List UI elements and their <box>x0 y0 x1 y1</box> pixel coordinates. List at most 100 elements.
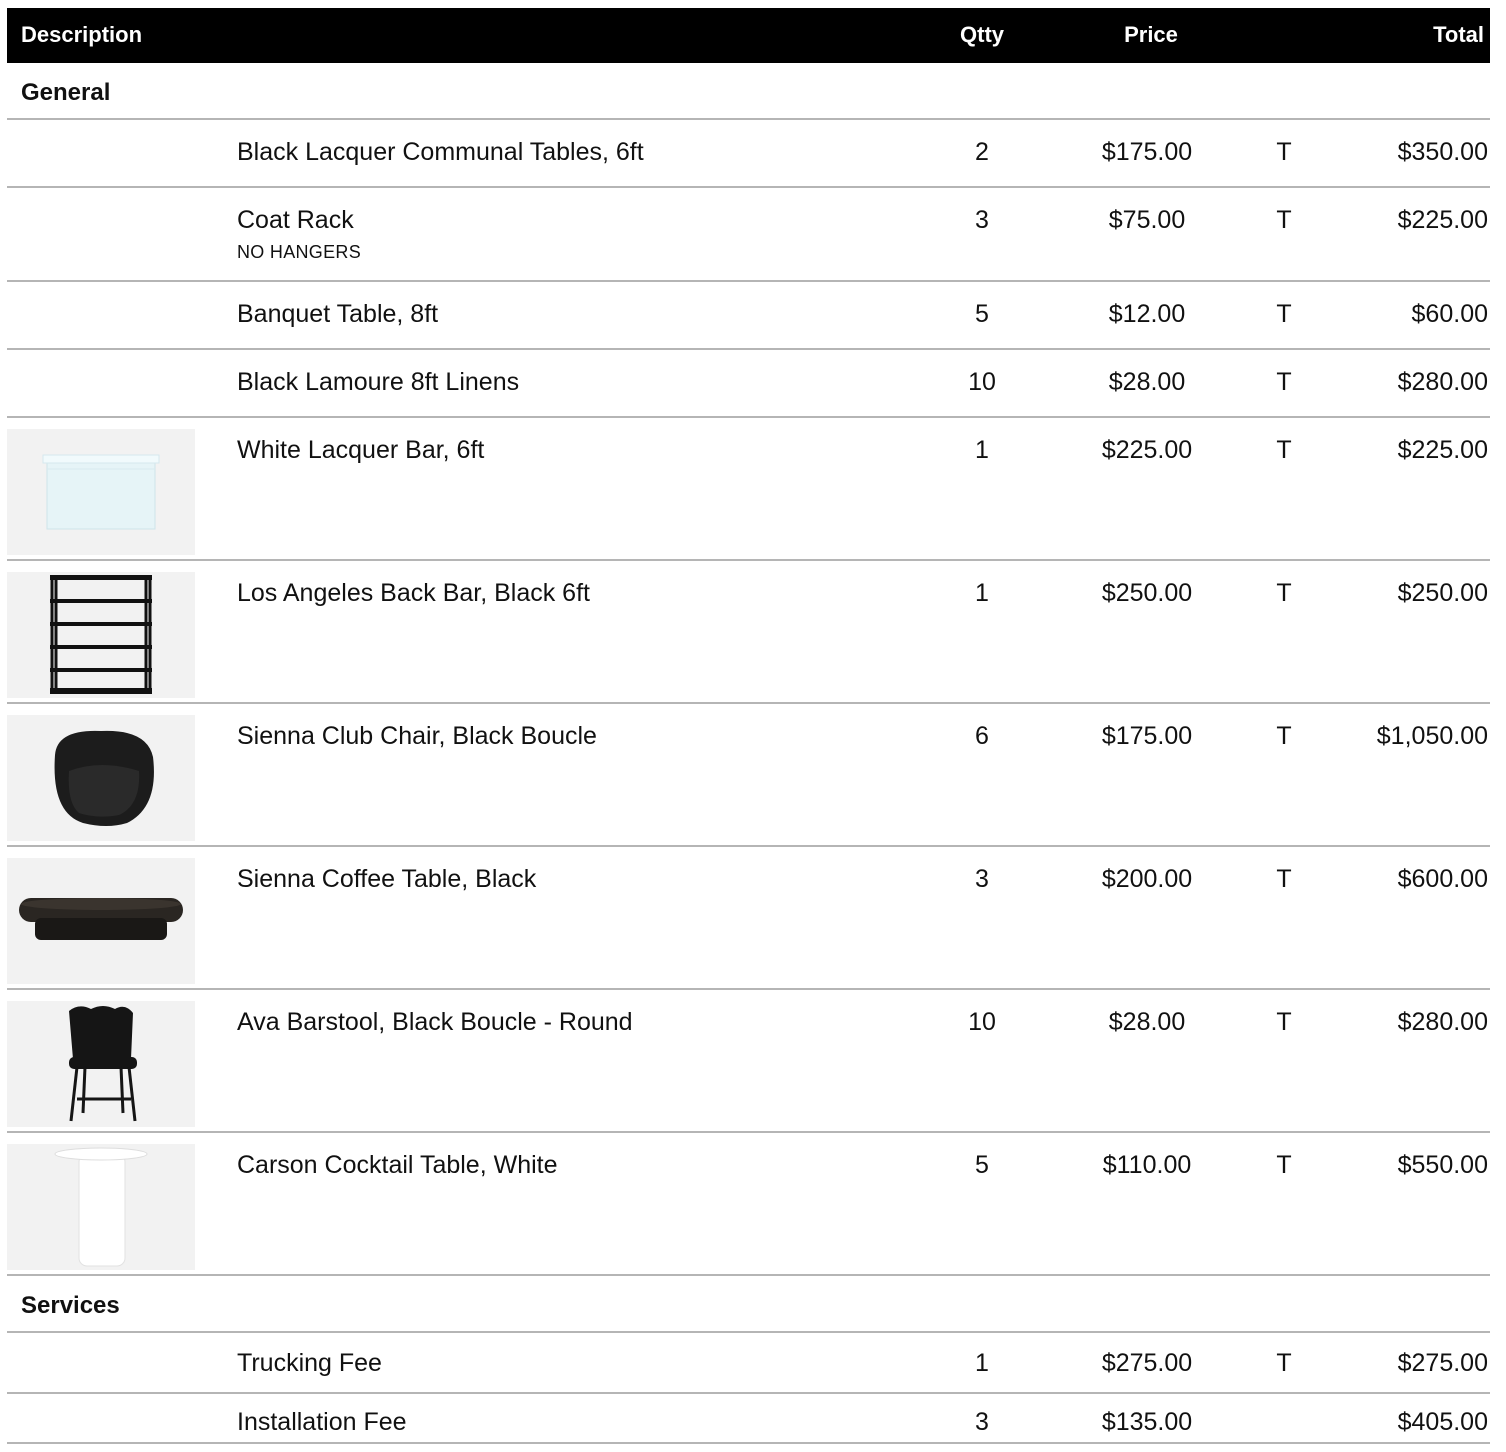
item-description: Black Lacquer Communal Tables, 6ft <box>237 138 644 166</box>
item-name: Ava Barstool, Black Boucle - Round <box>237 1008 633 1036</box>
item-description: Los Angeles Back Bar, Black 6ft <box>237 579 590 607</box>
section-services: Services <box>7 1276 1490 1333</box>
item-description: Banquet Table, 8ft <box>237 300 438 328</box>
coffee-table-photo <box>19 898 183 940</box>
item-qty: 5 <box>975 300 989 328</box>
item-description: Coat Rack NO HANGERS <box>237 206 361 262</box>
item-tax-flag: T <box>1276 579 1292 607</box>
item-price: $135.00 <box>1101 1408 1193 1436</box>
item-price: $275.00 <box>1101 1349 1193 1377</box>
item-description: White Lacquer Bar, 6ft <box>237 436 484 464</box>
header-price: Price <box>1124 22 1178 47</box>
item-qty: 3 <box>975 206 989 234</box>
black-shelf-photo <box>50 575 152 694</box>
item-tax-flag: T <box>1276 722 1292 750</box>
item-name: Coat Rack <box>237 206 354 234</box>
item-price: $225.00 <box>1101 436 1193 464</box>
item-price: $175.00 <box>1101 138 1193 166</box>
item-name: Sienna Coffee Table, Black <box>237 865 537 893</box>
item-name: Black Lamoure 8ft Linens <box>237 368 520 396</box>
table-row: Ava Barstool, Black Boucle - Round 10 $28.… <box>7 990 1490 1133</box>
item-qty: 3 <box>975 1408 989 1436</box>
item-tax-flag: T <box>1276 138 1292 166</box>
item-total: $225.00 <box>1397 206 1488 234</box>
table-row: Los Angeles Back Bar, Black 6ft 1 $250.00 T… <box>7 561 1490 704</box>
table-row: Banquet Table, 8ft 5 $12.00 T $60.00 <box>7 282 1490 350</box>
item-tax-flag: T <box>1276 1008 1292 1036</box>
item-tax-flag: T <box>1276 206 1292 234</box>
barstool-photo <box>69 1006 137 1122</box>
item-name: Trucking Fee <box>237 1349 382 1377</box>
table-row: Sienna Club Chair, Black Boucle 6 $175.00 T… <box>7 704 1490 847</box>
item-total: $280.00 <box>1397 1008 1488 1036</box>
item-description: Sienna Coffee Table, Black <box>237 865 536 893</box>
item-total: $60.00 <box>1411 300 1488 328</box>
item-qty: 6 <box>975 722 989 750</box>
table-row: Black Lamoure 8ft Linens 10 $28.00 T $280.00 <box>7 350 1490 418</box>
item-qty: 1 <box>975 1349 989 1377</box>
item-name: White Lacquer Bar, 6ft <box>237 436 485 464</box>
product-thumbnail <box>7 715 195 841</box>
item-price: $12.00 <box>1108 300 1186 328</box>
item-price: $200.00 <box>1101 865 1193 893</box>
item-description: Black Lamoure 8ft Linens <box>237 368 519 396</box>
club-chair-photo <box>54 730 154 826</box>
item-price: $250.00 <box>1101 579 1193 607</box>
product-thumbnail <box>7 1144 195 1270</box>
item-qty: 5 <box>975 1151 989 1179</box>
product-thumbnail <box>7 1001 195 1127</box>
item-total: $600.00 <box>1397 865 1488 893</box>
item-tax-flag: T <box>1276 368 1292 396</box>
item-total: $225.00 <box>1397 436 1488 464</box>
white-bar-photo <box>42 454 160 530</box>
section-title: General <box>21 79 111 106</box>
item-tax-flag: T <box>1276 1151 1292 1179</box>
table-row: Carson Cocktail Table, White 5 $110.00 T $55… <box>7 1133 1490 1276</box>
item-tax-flag: T <box>1276 865 1292 893</box>
item-name: Banquet Table, 8ft <box>237 300 439 328</box>
table-row: Installation Fee 3 $135.00 $405.00 <box>7 1394 1490 1444</box>
table-row: Black Lacquer Communal Tables, 6ft 2 $175.… <box>7 120 1490 188</box>
item-price: $28.00 <box>1108 368 1186 396</box>
item-name: Sienna Club Chair, Black Boucle <box>237 722 597 750</box>
item-total: $350.00 <box>1397 138 1488 166</box>
invoice-table: Description Qtty Price Total General Blac… <box>7 8 1490 1444</box>
item-qty: 10 <box>968 1008 996 1036</box>
product-thumbnail <box>7 572 195 698</box>
item-total: $250.00 <box>1397 579 1488 607</box>
section-title: Services <box>21 1292 120 1319</box>
item-name: Black Lacquer Communal Tables, 6ft <box>237 138 644 166</box>
item-total: $275.00 <box>1397 1349 1488 1377</box>
item-qty: 1 <box>975 579 989 607</box>
item-tax-flag: T <box>1276 1349 1292 1377</box>
header-description: Description <box>21 22 143 47</box>
product-thumbnail <box>7 429 195 555</box>
item-price: $75.00 <box>1108 206 1186 234</box>
item-total: $280.00 <box>1397 368 1488 396</box>
item-tax-flag: T <box>1276 300 1292 328</box>
item-description: Trucking Fee <box>237 1349 382 1377</box>
item-price: $175.00 <box>1101 722 1193 750</box>
item-qty: 10 <box>968 368 996 396</box>
product-thumbnail <box>7 858 195 984</box>
item-total: $405.00 <box>1397 1408 1488 1436</box>
header-qty: Qtty <box>960 22 1004 47</box>
item-description: Carson Cocktail Table, White <box>237 1151 558 1179</box>
item-description: Installation Fee <box>237 1408 407 1436</box>
item-name: Installation Fee <box>237 1408 407 1436</box>
table-row: White Lacquer Bar, 6ft 1 $225.00 T $225.00 <box>7 418 1490 561</box>
item-qty: 1 <box>975 436 989 464</box>
table-body: General Black Lacquer Communal Tables, 6f… <box>7 63 1490 1444</box>
header-total: Total <box>1433 22 1484 47</box>
item-price: $110.00 <box>1102 1151 1192 1179</box>
cocktail-table-photo <box>54 1147 148 1267</box>
item-total: $550.00 <box>1397 1151 1488 1179</box>
item-name: Carson Cocktail Table, White <box>237 1151 558 1179</box>
table-row: Coat Rack NO HANGERS 3 $75.00 T $225.00 <box>7 188 1490 282</box>
item-total: $1,050.00 <box>1376 722 1488 750</box>
item-description: Sienna Club Chair, Black Boucle <box>237 722 597 750</box>
item-price: $28.00 <box>1108 1008 1186 1036</box>
item-description: Ava Barstool, Black Boucle - Round <box>237 1008 633 1036</box>
table-header: Description Qtty Price Total <box>7 8 1490 63</box>
table-row: Sienna Coffee Table, Black 3 $200.00 T $600.… <box>7 847 1490 990</box>
